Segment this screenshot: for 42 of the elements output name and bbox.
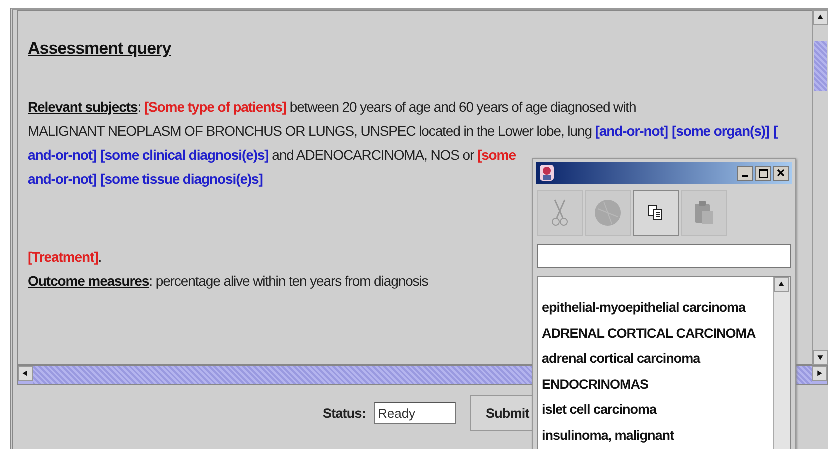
query-text: : percentage alive within ten years from diagnosis xyxy=(149,272,428,291)
list-item[interactable]: ENDOCRINOMAS xyxy=(542,372,773,397)
vertical-scrollbar[interactable] xyxy=(812,10,828,365)
toolbar-button[interactable] xyxy=(633,190,679,236)
option-link[interactable]: and-or-not] xyxy=(28,143,97,167)
list-item[interactable]: adrenal cortical carcinoma xyxy=(542,346,773,372)
close-button[interactable] xyxy=(773,166,789,180)
app-icon xyxy=(539,164,555,182)
close-icon xyxy=(777,169,785,177)
option-link[interactable]: [ xyxy=(774,119,778,143)
scroll-up-button[interactable] xyxy=(813,10,828,25)
maximize-button[interactable] xyxy=(755,166,771,180)
scroll-right-button[interactable] xyxy=(812,366,827,381)
query-text: between 20 years of age and 60 years of age diagnosed with xyxy=(288,98,636,117)
scroll-thumb[interactable] xyxy=(814,41,827,91)
status-label: Status: xyxy=(323,406,366,420)
option-link[interactable]: [some tissue diagnosi(e)s] xyxy=(100,167,263,191)
copy-icon xyxy=(648,205,664,221)
query-text: . xyxy=(98,248,102,267)
ball-icon xyxy=(594,199,622,227)
list-scrollbar[interactable] xyxy=(773,277,790,449)
clipboard-icon xyxy=(693,200,715,226)
scroll-left-button[interactable] xyxy=(18,366,33,381)
search-field[interactable] xyxy=(537,244,791,268)
option-link[interactable]: and-or-not] xyxy=(28,167,97,191)
maximize-icon xyxy=(758,168,768,178)
option-link[interactable]: [some clinical diagnosi(e)s] xyxy=(100,143,269,167)
query-text: and ADENOCARCINOMA, NOS or xyxy=(271,146,476,165)
scissors-icon xyxy=(551,198,569,228)
list-item[interactable]: epithelial-myoepithelial carcinoma xyxy=(542,295,773,320)
query-text: MALIGNANT NEOPLASM OF BRONCHUS OR LUNGS, UNSPEC located in the Lower lobe, lung xyxy=(28,122,593,141)
list-item[interactable]: ADRENAL CORTICAL CARCINOMA xyxy=(542,320,773,346)
minimize-button[interactable] xyxy=(737,166,753,180)
section-label: Relevant subjects xyxy=(28,98,138,117)
status-field[interactable]: Ready xyxy=(374,402,456,424)
option-link[interactable]: [and-or-not] xyxy=(595,119,668,143)
query-text: : xyxy=(138,98,142,117)
query-title: Assessment query xyxy=(28,39,172,59)
scroll-down-button[interactable] xyxy=(813,350,828,365)
section-label: Outcome measures xyxy=(28,272,150,291)
scroll-up-button[interactable] xyxy=(774,277,789,292)
option-link[interactable]: [some organ(s)] xyxy=(672,119,770,143)
